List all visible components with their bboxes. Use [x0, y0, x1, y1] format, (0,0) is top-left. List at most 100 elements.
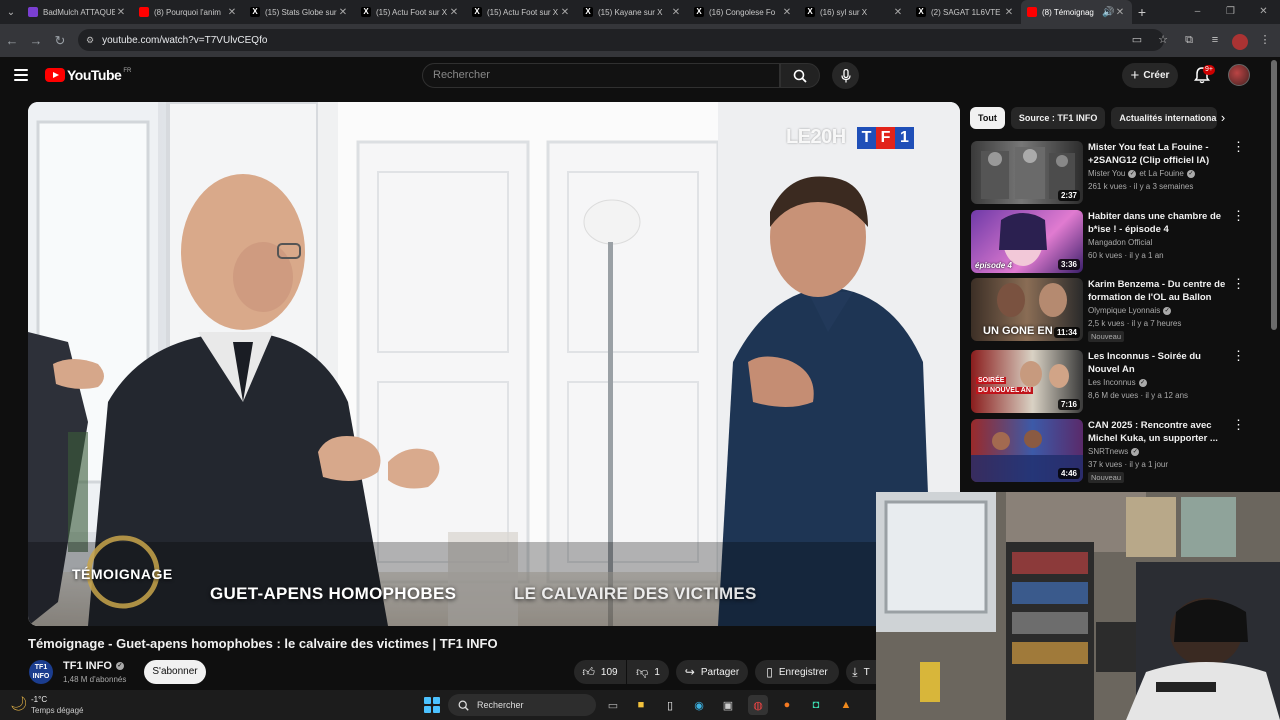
store-icon[interactable]: ▣ [718, 695, 738, 715]
search-input[interactable]: Rechercher [422, 63, 780, 88]
thumbnail-overlay-text: SOIRÉE [976, 377, 1007, 384]
recommendation-item[interactable]: SOIRÉE DU NOUVEL AN 7:16 Les Inconnus - … [970, 349, 1245, 414]
recommendation-title[interactable]: Les Inconnus - Soirée du Nouvel An [1088, 350, 1228, 376]
channel-name[interactable]: TF1 INFO ✓ [63, 660, 124, 672]
recommendation-title[interactable]: Karim Benzema - Du centre de formation d… [1088, 278, 1228, 305]
weather-temperature[interactable]: -1°C [31, 695, 47, 704]
cast-icon[interactable]: ▭ [1128, 29, 1146, 51]
speaker-icon[interactable]: 🔊 [1102, 7, 1114, 18]
download-button[interactable]: ⤓ T [846, 660, 876, 684]
maximize-button[interactable]: ❐ [1214, 0, 1247, 24]
recommendation-channel[interactable]: Mangadon Official [1088, 238, 1152, 247]
recommendation-item[interactable]: 4:46 CAN 2025 : Rencontre avec Michel Ku… [970, 418, 1245, 483]
more-options-icon[interactable]: ⋮ [1232, 418, 1245, 431]
tab-close-icon[interactable]: ✕ [892, 7, 904, 18]
subscribe-button[interactable]: S'abonner [144, 660, 206, 684]
address-bar[interactable]: ⚙ youtube.com/watch?v=T7VUlvCEQfo [78, 29, 1164, 51]
browser-tab[interactable]: X (15) Actu Foot sur X ✕ [466, 0, 577, 24]
video-thumbnail[interactable]: SOIRÉE DU NOUVEL AN 7:16 [971, 350, 1083, 413]
create-button[interactable]: + Créer [1122, 63, 1178, 88]
tab-close-icon[interactable]: ✕ [115, 7, 127, 18]
voice-search-button[interactable] [832, 62, 859, 89]
extensions-icon[interactable]: ⧉ [1180, 29, 1198, 51]
video-thumbnail[interactable]: 2:37 [971, 141, 1083, 204]
tab-close-icon[interactable]: ✕ [670, 7, 682, 18]
new-tab-button[interactable]: + [1132, 4, 1152, 20]
chrome-menu-icon[interactable]: ⋮ [1256, 29, 1274, 51]
forward-button[interactable]: → [24, 33, 48, 48]
profile-avatar[interactable] [1232, 33, 1248, 50]
video-thumbnail[interactable]: épisode 4 3:36 [971, 210, 1083, 273]
chrome-icon[interactable]: ◍ [748, 695, 768, 715]
edge-icon[interactable]: ◉ [689, 695, 709, 715]
browser-tab[interactable]: X (16) syl sur X ✕ [799, 0, 910, 24]
close-window-button[interactable]: ✕ [1247, 0, 1280, 24]
back-button[interactable]: ← [0, 33, 24, 48]
vlc-icon[interactable]: ▲ [836, 695, 856, 715]
firefox-icon[interactable]: ● [777, 695, 797, 715]
browser-tab[interactable]: X (15) Actu Foot sur X ✕ [355, 0, 466, 24]
more-options-icon[interactable]: ⋮ [1232, 209, 1245, 222]
video-thumbnail[interactable]: 4:46 [971, 419, 1083, 482]
browser-tab[interactable]: X (15) Stats Globe sur X ✕ [244, 0, 355, 24]
menu-icon[interactable] [14, 69, 28, 81]
chip-all[interactable]: Tout [970, 107, 1005, 129]
recommendation-title[interactable]: CAN 2025 : Rencontre avec Michel Kuka, u… [1088, 419, 1228, 445]
tab-search-button[interactable]: ⌄ [0, 0, 22, 24]
windows-start-icon[interactable] [424, 697, 440, 713]
page-scrollbar[interactable] [1271, 60, 1277, 330]
tab-close-icon[interactable]: ✕ [559, 7, 571, 18]
chip-source[interactable]: Source : TF1 INFO [1010, 107, 1106, 129]
dislike-button[interactable]: 👎︎ 1 [627, 660, 669, 684]
account-avatar[interactable] [1228, 64, 1250, 86]
recommendation-channel[interactable]: Les Inconnus ✓ [1088, 378, 1147, 387]
more-options-icon[interactable]: ⋮ [1232, 140, 1245, 153]
save-button[interactable]: ▯ Enregistrer [755, 660, 839, 684]
more-options-icon[interactable]: ⋮ [1232, 277, 1245, 290]
recommendation-channel[interactable]: Olympique Lyonnais ✓ [1088, 306, 1172, 315]
recommendation-title[interactable]: Habiter dans une chambre de b*ise ! - ép… [1088, 210, 1228, 236]
window-controls: – ❐ ✕ [1181, 0, 1280, 24]
channel-avatar[interactable]: TF1 INFO [29, 660, 53, 684]
file-explorer-icon[interactable]: ■ [631, 695, 651, 715]
more-options-icon[interactable]: ⋮ [1232, 349, 1245, 362]
browser-tab[interactable]: (8) Pourquoi l'anim ✕ [133, 0, 244, 24]
search-icon [458, 700, 469, 711]
video-player[interactable] [28, 102, 960, 626]
media-controls-icon[interactable]: ≡ [1206, 29, 1224, 51]
notepad-icon[interactable]: ▯ [660, 695, 680, 715]
tab-close-icon[interactable]: ✕ [1003, 7, 1015, 18]
chip-international-news[interactable]: Actualités internationales [1111, 107, 1218, 129]
recommendation-channel[interactable]: Mister You ✓ et La Fouine ✓ [1088, 169, 1195, 178]
tab-close-icon[interactable]: ✕ [448, 7, 460, 18]
app-icon[interactable]: ◘ [806, 695, 826, 715]
recommendation-channel[interactable]: SNRTnews ✓ [1088, 447, 1140, 456]
moon-weather-icon[interactable]: 🌙︎ [10, 695, 28, 712]
browser-tab[interactable]: BadMulch ATTAQUE ✕ [22, 0, 133, 24]
recommendation-item[interactable]: UN GONE EN 11:34 Karim Benzema - Du cent… [970, 277, 1245, 342]
taskbar-search[interactable]: Rechercher [448, 694, 596, 716]
tab-close-icon[interactable]: ✕ [226, 7, 238, 18]
browser-tab[interactable]: X (16) Congolese Fo ✕ [688, 0, 799, 24]
task-view-icon[interactable]: ▭ [603, 695, 623, 715]
weather-description[interactable]: Temps dégagé [31, 706, 83, 715]
tab-close-icon[interactable]: ✕ [781, 7, 793, 18]
browser-tab[interactable]: X (15) Kayane sur X ✕ [577, 0, 688, 24]
site-info-icon[interactable]: ⚙ [86, 35, 94, 46]
recommendation-item[interactable]: épisode 4 3:36 Habiter dans une chambre … [970, 209, 1245, 274]
browser-tab-active[interactable]: (8) Témoignag 🔊 ✕ [1021, 0, 1132, 24]
bookmark-star-icon[interactable]: ☆ [1154, 29, 1172, 51]
youtube-logo[interactable]: YouTube FR [45, 67, 131, 83]
reload-button[interactable]: ↻ [48, 33, 72, 49]
minimize-button[interactable]: – [1181, 0, 1214, 24]
tab-close-icon[interactable]: ✕ [1114, 7, 1126, 18]
like-button[interactable]: 👍︎ 109 [574, 660, 626, 684]
share-button[interactable]: ↪ Partager [676, 660, 748, 684]
tab-close-icon[interactable]: ✕ [337, 7, 349, 18]
recommendation-title[interactable]: Mister You feat La Fouine - +2SANG12 (Cl… [1088, 141, 1228, 167]
video-thumbnail[interactable]: UN GONE EN 11:34 [971, 278, 1083, 341]
search-button[interactable] [780, 63, 820, 88]
browser-tab[interactable]: X (2) SAGAT 1L6VTE ✕ [910, 0, 1021, 24]
recommendation-item[interactable]: 2:37 Mister You feat La Fouine - +2SANG1… [970, 140, 1245, 205]
chevron-right-icon[interactable]: › [1213, 108, 1233, 128]
